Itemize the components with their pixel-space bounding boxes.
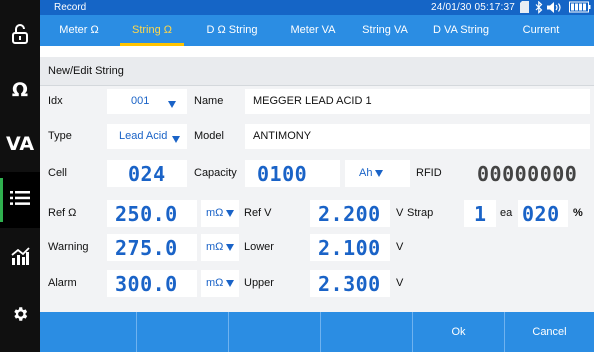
- tab-meter-ohm[interactable]: Meter Ω: [48, 15, 110, 46]
- main-panel: Record 24/01/30 05:17:37 Meter Ω String …: [40, 0, 594, 352]
- status-datetime: 24/01/30 05:17:37: [431, 2, 516, 13]
- lower-value: 2.100: [318, 236, 381, 260]
- cancel-button[interactable]: Cancel: [505, 312, 594, 352]
- warning-label: Warning: [48, 241, 89, 253]
- tab-bar: Meter Ω String Ω D Ω String Meter VA Str…: [40, 15, 594, 46]
- sidebar-item-list[interactable]: [0, 172, 40, 228]
- softkey-2[interactable]: [137, 312, 228, 352]
- ok-button[interactable]: Ok: [413, 312, 504, 352]
- warning-unit-select[interactable]: mΩ: [201, 234, 239, 261]
- sidebar-lock-button[interactable]: [0, 8, 40, 64]
- ref-v-value: 2.200: [318, 202, 381, 226]
- tab-string-va[interactable]: String VA: [350, 15, 420, 46]
- capacity-unit: Ah: [359, 167, 373, 179]
- lower-label: Lower: [244, 241, 274, 253]
- model-field[interactable]: ANTIMONY: [245, 124, 590, 149]
- capacity-label: Capacity: [194, 167, 237, 179]
- type-label: Type: [48, 130, 72, 142]
- upper-field[interactable]: 2.300: [310, 270, 390, 297]
- chevron-down-icon: [165, 96, 176, 114]
- ref-ohm-label: Ref Ω: [48, 207, 77, 219]
- name-field[interactable]: MEGGER LEAD ACID 1: [245, 89, 590, 114]
- capacity-field[interactable]: 0100: [245, 160, 340, 187]
- lower-field[interactable]: 2.100: [310, 234, 390, 261]
- ref-ohm-value: 250.0: [115, 202, 178, 226]
- alarm-label: Alarm: [48, 277, 77, 289]
- idx-select[interactable]: 001: [107, 89, 187, 114]
- sidebar-item-settings[interactable]: [0, 288, 40, 344]
- ref-v-unit: V: [396, 207, 404, 219]
- cell-value: 024: [128, 162, 166, 186]
- alarm-unit: mΩ: [206, 277, 224, 289]
- ref-ohm-field[interactable]: 250.0: [107, 200, 197, 227]
- tab-meter-va[interactable]: Meter VA: [280, 15, 346, 46]
- unlock-icon: [12, 23, 28, 49]
- softkey-3[interactable]: [229, 312, 320, 352]
- alarm-field[interactable]: 300.0: [107, 270, 197, 297]
- strap-value: 1: [474, 202, 487, 226]
- gear-icon: [11, 305, 29, 328]
- strap-percent-value: 020: [522, 202, 560, 226]
- sidebar-item-va-label: VA: [5, 133, 35, 155]
- chevron-down-icon: [169, 131, 180, 149]
- upper-label: Upper: [244, 277, 274, 289]
- chart-icon: [10, 246, 30, 271]
- string-form: Idx 001 Name MEGGER LEAD ACID 1 Type Lea…: [40, 86, 594, 312]
- tab-d-ohm-string[interactable]: D Ω String: [192, 15, 272, 46]
- upper-value: 2.300: [318, 272, 381, 296]
- strap-percent-unit: %: [573, 207, 583, 219]
- cell-label: Cell: [48, 167, 67, 179]
- chevron-down-icon: [226, 279, 235, 287]
- warning-unit: mΩ: [206, 241, 224, 253]
- sidebar-item-ohm[interactable]: Ω: [0, 62, 40, 118]
- softkey-1[interactable]: [40, 312, 136, 352]
- strap-unit: ea: [500, 207, 513, 219]
- model-label: Model: [194, 130, 224, 142]
- idx-value: 001: [131, 95, 150, 107]
- name-value: MEGGER LEAD ACID 1: [253, 95, 372, 107]
- ref-ohm-unit-select[interactable]: mΩ: [201, 200, 239, 227]
- softkey-4[interactable]: [321, 312, 412, 352]
- sidebar-item-chart[interactable]: [0, 230, 40, 286]
- ref-v-field[interactable]: 2.200: [310, 200, 390, 227]
- ref-v-label: Ref V: [244, 207, 272, 219]
- strap-label: Strap: [407, 207, 434, 219]
- bottom-button-bar: Ok Cancel: [40, 312, 594, 352]
- tab-d-va-string[interactable]: D VA String: [420, 15, 502, 46]
- status-title: Record: [54, 2, 87, 13]
- sidebar-item-ohm-label: Ω: [11, 79, 29, 101]
- strap-field[interactable]: 1: [464, 200, 496, 227]
- ref-ohm-unit: mΩ: [206, 207, 224, 219]
- lower-unit: V: [396, 241, 404, 253]
- model-value: ANTIMONY: [253, 130, 312, 142]
- capacity-value: 0100: [257, 162, 308, 186]
- tab-string-ohm[interactable]: String Ω: [120, 15, 184, 46]
- warning-field[interactable]: 275.0: [107, 234, 197, 261]
- tab-current[interactable]: Current: [506, 15, 576, 46]
- upper-unit: V: [396, 277, 404, 289]
- status-bar: Record 24/01/30 05:17:37: [40, 0, 594, 15]
- rfid-label: RFID: [416, 167, 442, 179]
- idx-label: Idx: [48, 95, 63, 107]
- sidebar-item-va[interactable]: VA: [0, 116, 40, 172]
- alarm-value: 300.0: [115, 272, 178, 296]
- strap-percent-field[interactable]: 020: [518, 200, 568, 227]
- type-select[interactable]: Lead Acid: [107, 124, 187, 149]
- chevron-down-icon: [226, 243, 235, 251]
- name-label: Name: [194, 95, 224, 107]
- list-icon: [10, 190, 30, 211]
- chevron-down-icon: [375, 169, 384, 177]
- chevron-down-icon: [226, 209, 235, 217]
- alarm-unit-select[interactable]: mΩ: [201, 270, 239, 297]
- type-value: Lead Acid: [119, 130, 168, 142]
- form-title: New/Edit String: [48, 65, 124, 77]
- sidebar: Ω VA: [0, 0, 40, 352]
- warning-value: 275.0: [115, 236, 178, 260]
- form-header: New/Edit String: [40, 57, 594, 86]
- capacity-unit-select[interactable]: Ah: [345, 160, 410, 187]
- cell-field[interactable]: 024: [107, 160, 187, 187]
- rfid-value: 00000000: [477, 162, 578, 186]
